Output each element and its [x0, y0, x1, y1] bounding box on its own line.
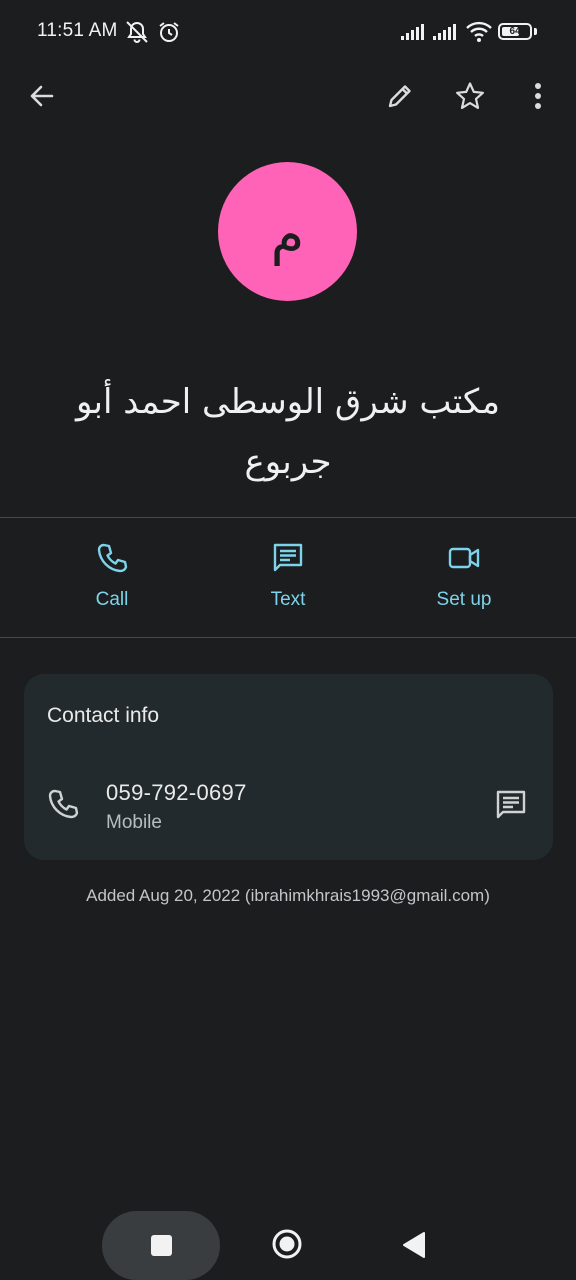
phone-icon [46, 787, 82, 823]
contact-info-title: Contact info [47, 704, 160, 727]
message-icon [270, 540, 306, 576]
phone-number: 059-792-0697 [106, 780, 247, 805]
signal-icon [432, 22, 460, 47]
divider [0, 637, 576, 638]
home-nav-button[interactable] [271, 1228, 303, 1260]
call-label: Call [95, 589, 129, 610]
contact-name: مكتب شرق الوسطى احمد أبو جربوع [75, 382, 501, 482]
text-action-button[interactable]: Text [228, 540, 348, 620]
status-time: 11:51 AM [37, 20, 118, 41]
video-setup-action-button[interactable]: Set up [404, 540, 524, 620]
arrow-back-icon [30, 85, 54, 107]
alarm-icon [157, 20, 181, 49]
pencil-icon [388, 85, 411, 108]
back-nav-button[interactable] [400, 1230, 428, 1260]
contact-info-card: Contact info 059-792-0697 Mobile [24, 674, 553, 860]
square-icon [150, 1235, 172, 1256]
favorite-button[interactable] [450, 76, 490, 116]
message-icon [496, 790, 526, 819]
divider [0, 517, 576, 518]
battery-percent: 64 [509, 26, 521, 37]
video-camera-icon [446, 540, 482, 576]
avatar: م [218, 162, 357, 301]
added-info-text: Added Aug 20, 2022 (ibrahimkhrais1993@gm… [86, 886, 490, 905]
avatar-letter: م [270, 202, 305, 266]
wifi-icon [465, 21, 493, 48]
text-label: Text [270, 589, 306, 610]
triangle-back-icon [403, 1232, 425, 1258]
phone-type: Mobile [106, 812, 162, 833]
recents-nav-button[interactable] [102, 1211, 220, 1280]
edit-button[interactable] [380, 76, 420, 116]
notifications-off-icon [124, 20, 150, 49]
more-options-button[interactable] [518, 76, 558, 116]
star-outline-icon [456, 82, 484, 109]
battery-icon: 64 [498, 23, 532, 40]
back-button[interactable] [21, 76, 61, 116]
contact-detail-screen: 11:51 AM 64 م مكتب شرق الوسطى احمد أبو ج… [0, 0, 576, 1280]
send-message-button[interactable] [492, 786, 530, 824]
more-vert-icon [535, 83, 541, 109]
battery-tip [534, 28, 537, 35]
set-up-label: Set up [436, 589, 492, 610]
status-bar: 11:51 AM 64 [0, 0, 576, 64]
signal-icon [400, 22, 428, 47]
call-action-button[interactable]: Call [52, 540, 172, 620]
phone-icon [94, 540, 130, 576]
circle-icon [272, 1229, 302, 1259]
